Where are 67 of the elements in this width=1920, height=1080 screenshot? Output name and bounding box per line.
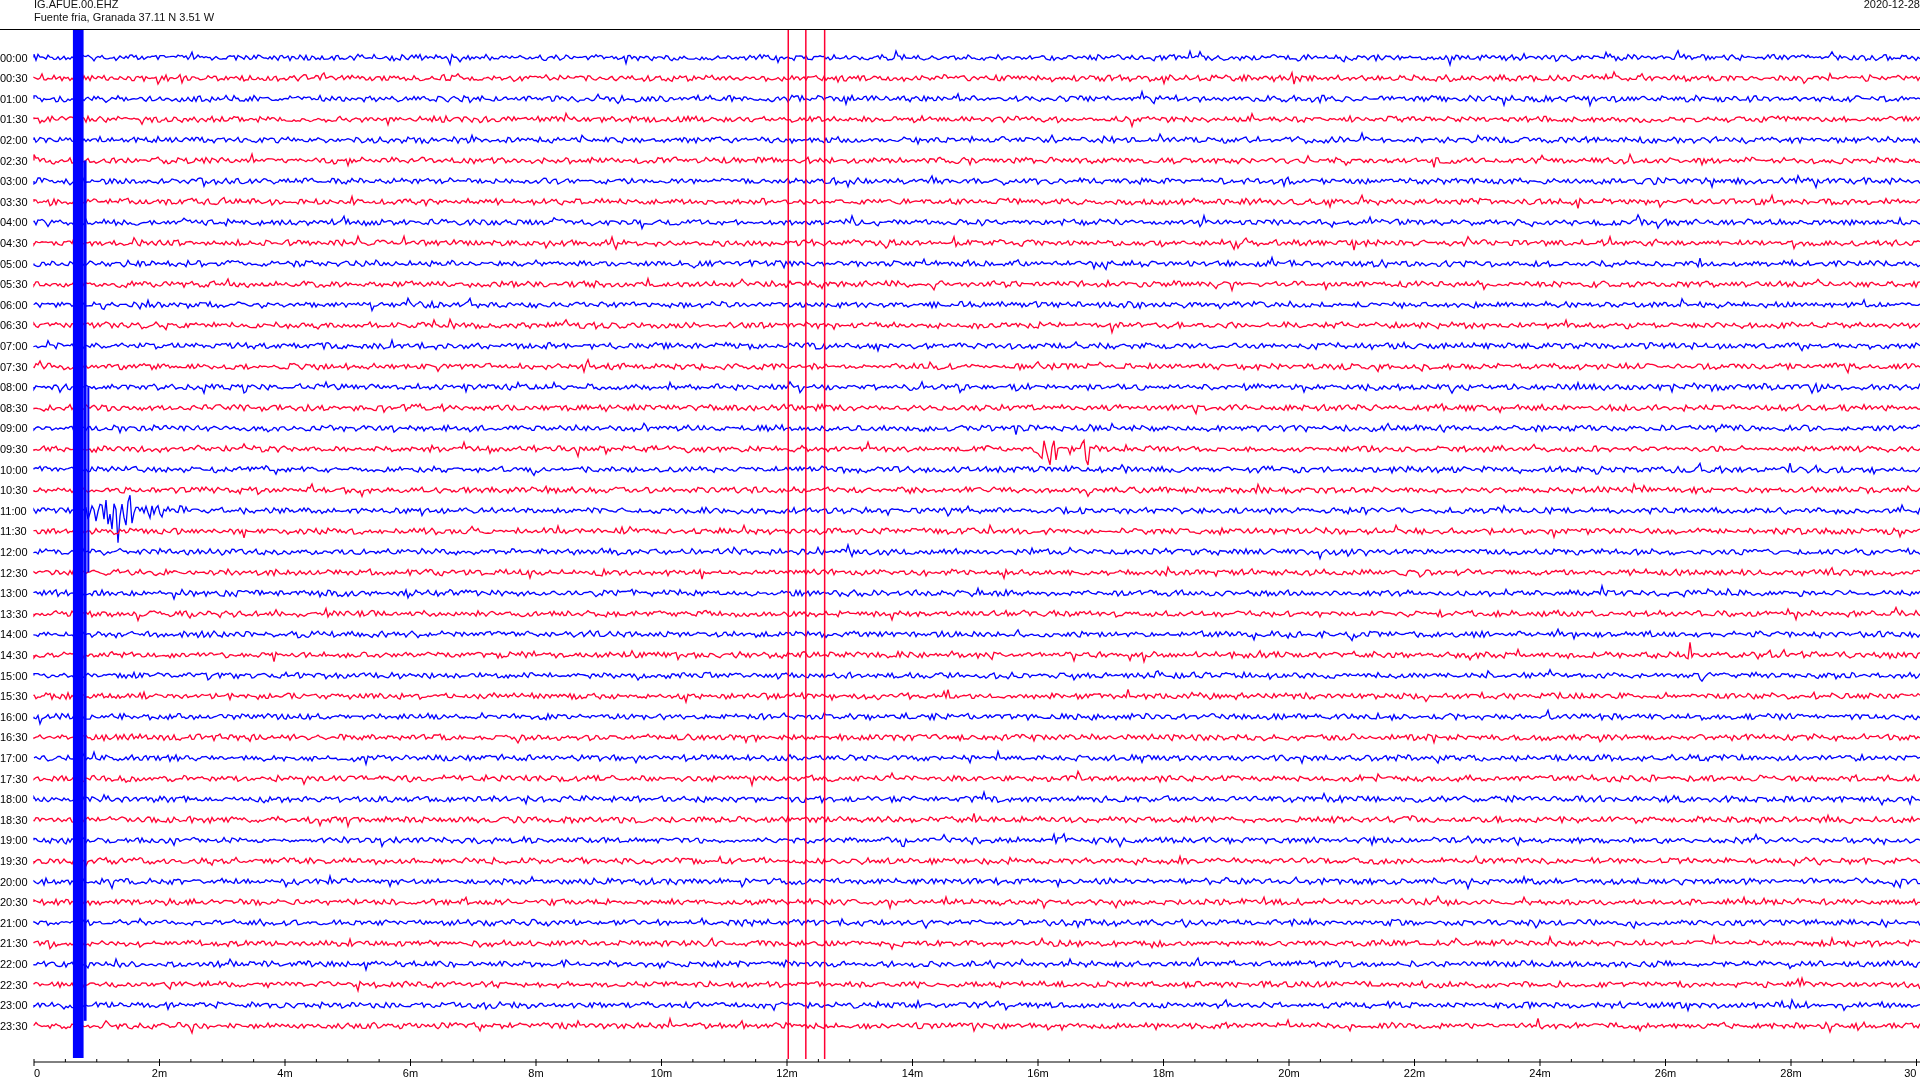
- time-label: 09:30: [0, 442, 28, 455]
- tick-label: 22m: [1403, 1067, 1426, 1079]
- time-label: 22:30: [0, 978, 28, 991]
- station-code: IG.AFUE.00.EHZ: [34, 0, 120, 11]
- tick-label: 8m: [528, 1067, 544, 1079]
- time-label: 19:00: [0, 834, 28, 847]
- time-label: 14:30: [0, 648, 28, 661]
- time-label: 11:00: [0, 504, 27, 517]
- tick-label: 2m: [151, 1067, 168, 1079]
- time-label: 22:00: [0, 957, 28, 970]
- tick-label: 4m: [277, 1067, 293, 1079]
- tick-label: 10m: [650, 1067, 673, 1079]
- time-label: 05:00: [0, 257, 28, 270]
- time-label: 13:00: [0, 587, 28, 600]
- time-label: 13:30: [0, 607, 28, 620]
- time-label: 10:30: [0, 484, 28, 497]
- tick-label: 20m: [1278, 1067, 1300, 1079]
- time-label: 18:30: [0, 813, 28, 826]
- time-label: 14:00: [0, 628, 28, 641]
- time-label: 04:30: [0, 236, 28, 249]
- tick-label: 30: [1904, 1067, 1917, 1079]
- time-label: 17:00: [0, 751, 28, 764]
- time-label: 16:00: [0, 710, 28, 723]
- tick-label: 28m: [1780, 1067, 1802, 1079]
- time-label: 06:00: [0, 298, 28, 311]
- time-label: 12:30: [0, 566, 28, 579]
- time-label: 11:30: [0, 525, 27, 538]
- time-label: 08:30: [0, 401, 28, 414]
- time-label: 16:30: [0, 731, 28, 744]
- time-label: 17:30: [0, 772, 28, 785]
- time-label: 15:30: [0, 690, 28, 703]
- time-label: 01:30: [0, 113, 28, 126]
- time-label: 19:30: [0, 854, 28, 867]
- time-label: 23:30: [0, 1019, 28, 1032]
- time-label: 05:30: [0, 278, 28, 291]
- time-label: 21:00: [0, 916, 28, 929]
- time-label: 15:00: [0, 669, 28, 682]
- station-location: Fuente fria, Granada 37.11 N 3.51 W: [34, 11, 215, 24]
- time-label: 12:00: [0, 545, 28, 558]
- time-label: 10:00: [0, 463, 28, 476]
- time-label: 08:00: [0, 381, 28, 394]
- time-label: 03:30: [0, 195, 28, 208]
- time-label: 04:00: [0, 216, 28, 229]
- time-label: 07:00: [0, 339, 28, 352]
- time-label: 00:00: [0, 51, 28, 64]
- date-label: 2020-12-28: [1863, 0, 1920, 12]
- time-label: 20:30: [0, 896, 28, 909]
- tick-label: 26m: [1654, 1067, 1677, 1079]
- tick-label: 12m: [776, 1067, 798, 1079]
- tick-label: 24m: [1529, 1067, 1551, 1079]
- time-label: 00:30: [0, 72, 28, 85]
- tick-label: 16m: [1027, 1067, 1049, 1079]
- tick-label: 0: [34, 1067, 41, 1079]
- time-label: 03:00: [0, 175, 28, 188]
- time-label: 07:30: [0, 360, 28, 373]
- time-label: 09:00: [0, 422, 28, 435]
- time-label: 02:00: [0, 133, 28, 146]
- time-label: 23:00: [0, 999, 28, 1012]
- time-label: 20:00: [0, 875, 28, 888]
- time-label: 01:00: [0, 92, 28, 105]
- time-label: 06:30: [0, 319, 28, 332]
- tick-label: 6m: [402, 1067, 419, 1079]
- tick-label: 18m: [1152, 1067, 1175, 1079]
- time-label: 02:30: [0, 154, 28, 167]
- tick-label: 14m: [901, 1067, 924, 1079]
- time-label: 18:00: [0, 793, 28, 806]
- time-label: 21:30: [0, 937, 28, 950]
